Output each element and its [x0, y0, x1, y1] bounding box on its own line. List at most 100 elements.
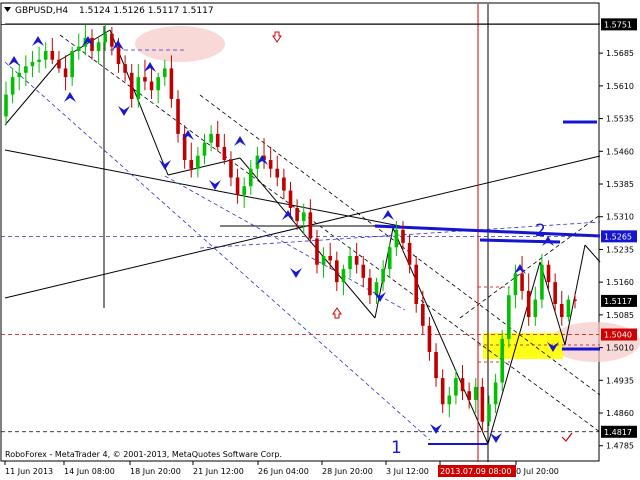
candle-body [559, 303, 564, 318]
candle-body [354, 255, 359, 265]
price-tick-label: 1.5085 [606, 311, 634, 320]
candle-body [315, 238, 319, 265]
candle-body [129, 72, 134, 99]
candle-body [24, 66, 28, 73]
candle-body [215, 133, 220, 147]
time-axis[interactable]: 11 Jun 2013 14 Jun 08:00 18 Jun 20:00 21 Ju… [4, 461, 559, 477]
price-tick-label: 1.5310 [606, 213, 634, 222]
candle-body [37, 59, 41, 62]
candle-body [308, 212, 313, 239]
candle-body [394, 229, 399, 248]
price-tag-label: 1.5265 [604, 232, 632, 241]
candle-body [189, 160, 194, 169]
candle-body [368, 277, 372, 296]
candle-body [110, 33, 114, 47]
candle-body [116, 46, 121, 65]
candle-body [57, 59, 61, 69]
time-tick-label: 18 Jun 20:00 [130, 467, 181, 476]
candle-body [447, 395, 452, 405]
price-tag-label: 1.5751 [604, 20, 632, 29]
candle-body [473, 386, 478, 400]
candle-body [275, 168, 280, 178]
candle-body [50, 50, 55, 60]
candle-body [169, 68, 174, 99]
candle-body [540, 264, 544, 300]
candle-body [282, 177, 286, 191]
candle-body [4, 94, 8, 117]
candle-body [222, 146, 227, 161]
candle-body [196, 155, 200, 169]
candle-body [493, 382, 498, 405]
wave-marker-2: 2 [535, 221, 546, 241]
time-tick-label: 26 Jun 04:00 [258, 467, 309, 476]
candle-body [268, 160, 273, 169]
candle-body [321, 255, 326, 265]
price-axis[interactable]: 1.5685 1.5610 1.5535 1.5460 1.5385 1.5310 1.52… [599, 49, 634, 451]
price-tick-label: 1.4860 [606, 409, 634, 418]
candle-body [235, 177, 240, 195]
price-tag-label: 1.5117 [604, 297, 632, 306]
candle-body [348, 255, 352, 270]
candle-body [288, 190, 293, 209]
time-tick-label: 0 Jul 20:00 [516, 467, 559, 476]
price-tick-label: 1.4935 [606, 376, 634, 385]
candle-body [407, 242, 412, 265]
candle-body [335, 260, 339, 283]
candle-body [242, 186, 246, 195]
candle-body [202, 142, 207, 156]
price-tick-label: 1.5460 [606, 147, 634, 156]
price-tick-label: 1.5535 [606, 115, 634, 124]
candle-body [229, 160, 233, 178]
price-tick-label: 1.5235 [606, 245, 634, 254]
price-tick-label: 1.5610 [606, 82, 634, 91]
price-tick-label: 1.5385 [606, 180, 634, 189]
candle-body [10, 77, 15, 95]
candle-body [328, 255, 332, 261]
candle-body [546, 264, 551, 283]
candle-body [507, 295, 511, 339]
candle-body [421, 303, 425, 326]
time-tick-label: 21 Jun 12:00 [193, 467, 244, 476]
candle-body [427, 325, 432, 352]
candle-body [513, 273, 518, 296]
time-tick-label: 11 Jun 2013 [5, 467, 53, 476]
candle-body [361, 264, 366, 278]
time-tick-label: 14 Jun 08:00 [64, 467, 115, 476]
candle-body [176, 98, 180, 134]
candle-body [434, 351, 438, 379]
candle-body [533, 299, 538, 318]
time-tick-label: 3 Jul 12:00 [386, 467, 429, 476]
candle-body [553, 282, 557, 304]
candle-body [103, 33, 108, 43]
candle-body [123, 64, 127, 73]
candle-body [43, 50, 48, 60]
price-tick-label: 1.5010 [606, 344, 634, 353]
candle-body [143, 77, 147, 82]
candle-body [295, 208, 299, 222]
price-tag-label: 1.5040 [604, 331, 632, 340]
candle-body [136, 77, 141, 99]
price-tick-label: 1.5685 [606, 49, 634, 58]
candle-body [387, 247, 392, 270]
target-zone-right [550, 322, 640, 362]
candle-body [341, 269, 346, 283]
candle-body [381, 269, 385, 283]
candle-body [573, 299, 577, 301]
gbpusd-h4-chart[interactable]: 1 2 GBPUSD,H4 1.5124 1.5126 1.5117 1.511… [0, 0, 640, 480]
candle-body [156, 77, 160, 91]
time-tick-label: 2013.07.09 08:00 [440, 467, 511, 476]
candle-body [414, 264, 419, 304]
candle-body [209, 133, 213, 143]
candle-body [63, 68, 68, 78]
candle-body [149, 81, 154, 91]
candle-body [249, 168, 253, 187]
candle-body [526, 290, 531, 318]
price-tick-label: 1.4785 [606, 442, 634, 451]
footer-copyright: RoboForex - MetaTrader 4, © 2001-2013, M… [5, 450, 282, 459]
candle-body [460, 378, 465, 392]
candle-body [76, 46, 81, 51]
candle-body [500, 338, 505, 383]
candle-body [520, 273, 524, 291]
candle-body [401, 229, 405, 243]
wave-marker-1: 1 [391, 438, 402, 458]
